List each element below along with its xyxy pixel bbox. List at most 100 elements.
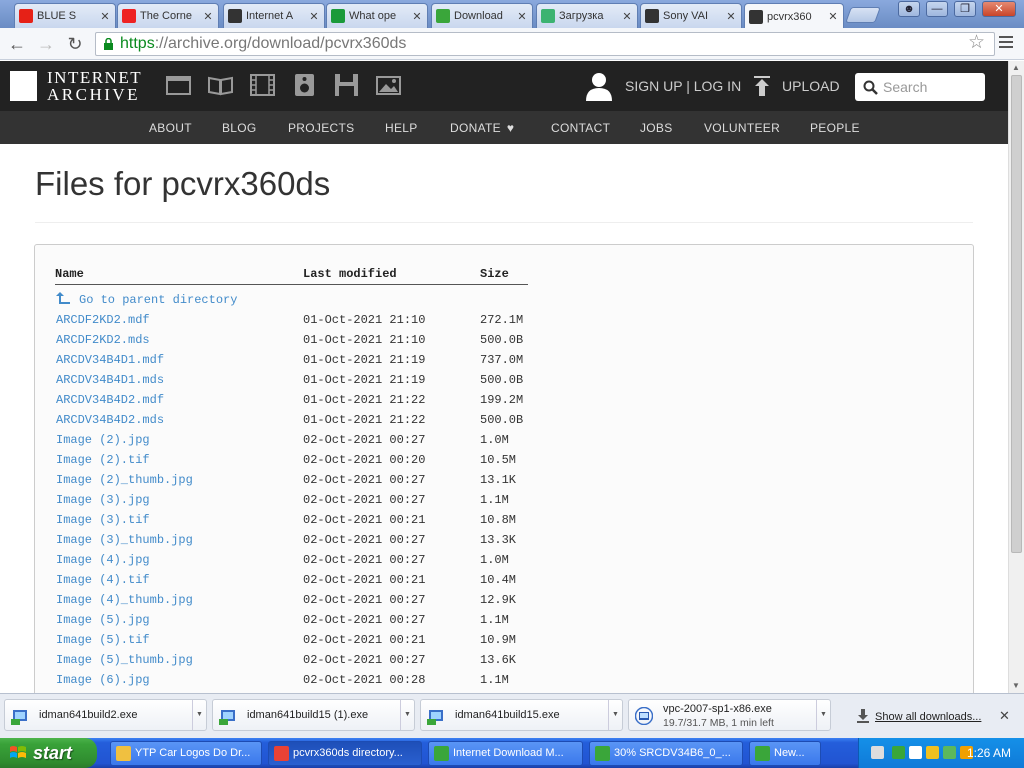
audio-icon[interactable] <box>292 74 317 96</box>
nav-contact[interactable]: CONTACT <box>551 121 610 135</box>
download-item-in-progress[interactable]: vpc-2007-sp1-x86.exe 19.7/31.7 MB, 1 min… <box>628 699 831 731</box>
download-menu-arrow-icon[interactable]: ▼ <box>816 700 830 730</box>
file-size: 500.0B <box>480 373 524 387</box>
scrollbar-thumb[interactable] <box>1011 75 1022 553</box>
file-name-link[interactable]: Image (4).jpg <box>56 553 150 567</box>
chrome-menu-icon[interactable] <box>999 36 1013 51</box>
parent-directory-link[interactable]: Go to parent directory <box>55 291 237 307</box>
network-icon[interactable] <box>909 746 922 759</box>
taskbar-button[interactable]: 30% SRCDV34B6_0_... <box>589 741 743 766</box>
tab-title: Sony VAI <box>663 10 709 22</box>
tab-close-icon[interactable]: ✕ <box>308 10 320 23</box>
reload-button[interactable]: ↻ <box>64 33 86 55</box>
user-icon[interactable]: ☻ <box>898 1 920 17</box>
file-name-link[interactable]: Image (3).tif <box>56 513 150 527</box>
nav-about[interactable]: ABOUT <box>149 121 192 135</box>
browser-tab[interactable]: What ope ✕ <box>326 3 428 28</box>
browser-tab[interactable]: Internet A ✕ <box>223 3 325 28</box>
nav-projects[interactable]: PROJECTS <box>288 121 354 135</box>
tab-close-icon[interactable]: ✕ <box>202 10 214 23</box>
browser-tab[interactable]: Загрузка ✕ <box>536 3 638 28</box>
tab-close-icon[interactable]: ✕ <box>827 10 839 23</box>
keyboard-icon[interactable] <box>871 746 884 759</box>
file-name-link[interactable]: Image (5)_thumb.jpg <box>56 653 193 667</box>
download-item[interactable]: idman641build15 (1).exe ▼ <box>212 699 415 731</box>
close-shelf-icon[interactable]: ✕ <box>999 708 1010 724</box>
file-name-link[interactable]: ARCDF2KD2.mdf <box>56 313 150 327</box>
window-close-button[interactable]: ✕ <box>982 1 1016 17</box>
nav-help[interactable]: HELP <box>385 121 418 135</box>
file-name-link[interactable]: Image (6).jpg <box>56 673 150 687</box>
nav-volunteer[interactable]: VOLUNTEER <box>704 121 780 135</box>
file-name-link[interactable]: ARCDV34B4D2.mdf <box>56 393 164 407</box>
nav-blog[interactable]: BLOG <box>222 121 257 135</box>
new-tab-button[interactable] <box>845 7 881 23</box>
download-item[interactable]: idman641build15.exe ▼ <box>420 699 623 731</box>
vertical-scrollbar[interactable]: ▲ ▼ <box>1008 61 1024 693</box>
browser-tab[interactable]: BLUE S ✕ <box>14 3 116 28</box>
taskbar-button[interactable]: Internet Download M... <box>428 741 583 766</box>
images-icon[interactable] <box>376 74 401 96</box>
nav-jobs[interactable]: JOBS <box>640 121 673 135</box>
idm-tray-icon[interactable] <box>892 746 905 759</box>
file-name-link[interactable]: Image (2).jpg <box>56 433 150 447</box>
file-name-link[interactable]: Image (2)_thumb.jpg <box>56 473 193 487</box>
tab-close-icon[interactable]: ✕ <box>411 10 423 23</box>
file-name-link[interactable]: ARCDV34B4D1.mds <box>56 373 164 387</box>
download-menu-arrow-icon[interactable]: ▼ <box>608 700 622 730</box>
tab-close-icon[interactable]: ✕ <box>621 10 633 23</box>
address-bar[interactable]: https://archive.org/download/pcvrx360ds <box>95 32 995 56</box>
file-name-link[interactable]: Image (3).jpg <box>56 493 150 507</box>
taskbar-button[interactable]: pcvrx360ds directory... <box>268 741 422 766</box>
download-item[interactable]: idman641build2.exe ▼ <box>4 699 207 731</box>
minimize-button[interactable]: — <box>926 1 948 17</box>
file-name-link[interactable]: ARCDV34B4D2.mds <box>56 413 164 427</box>
browser-tab[interactable]: pcvrx360 ✕ <box>744 3 844 29</box>
search-input[interactable]: Search <box>855 73 985 101</box>
tab-title: BLUE S <box>37 10 77 22</box>
sign-up-log-in-link[interactable]: SIGN UP | LOG IN <box>625 78 741 94</box>
restore-button[interactable]: ❐ <box>954 1 976 17</box>
nav-people[interactable]: PEOPLE <box>810 121 860 135</box>
tab-close-icon[interactable]: ✕ <box>516 10 528 23</box>
upload-link[interactable]: UPLOAD <box>782 78 840 94</box>
back-button[interactable]: ← <box>6 33 28 55</box>
upload-icon[interactable] <box>753 76 771 96</box>
user-icon[interactable] <box>586 71 616 101</box>
start-label: start <box>33 743 73 763</box>
forward-button[interactable]: → <box>35 33 57 55</box>
file-name-link[interactable]: ARCDF2KD2.mds <box>56 333 150 347</box>
tab-close-icon[interactable]: ✕ <box>99 10 111 23</box>
show-all-downloads-link[interactable]: Show all downloads... <box>875 711 981 723</box>
file-name-link[interactable]: Image (2).tif <box>56 453 150 467</box>
file-name-link[interactable]: ARCDV34B4D1.mdf <box>56 353 164 367</box>
download-menu-arrow-icon[interactable]: ▼ <box>400 700 414 730</box>
tab-close-icon[interactable]: ✕ <box>725 10 737 23</box>
web-icon[interactable] <box>166 74 191 96</box>
software-icon[interactable] <box>334 74 359 96</box>
taskbar-button[interactable]: New... <box>749 741 821 766</box>
scroll-down-arrow-icon[interactable]: ▼ <box>1012 681 1020 690</box>
video-icon[interactable] <box>250 74 275 96</box>
nav-donate[interactable]: DONATE ♥ <box>450 121 514 135</box>
file-size: 500.0B <box>480 333 524 347</box>
security-shield-icon[interactable] <box>926 746 939 759</box>
file-name-link[interactable]: Image (5).tif <box>56 633 150 647</box>
ia-logo-text[interactable]: INTERNET ARCHIVE <box>47 69 142 103</box>
taskbar-button[interactable]: YTP Car Logos Do Dr... <box>110 741 262 766</box>
start-button[interactable]: start <box>0 738 97 768</box>
file-name-link[interactable]: Image (4)_thumb.jpg <box>56 593 193 607</box>
browser-tab[interactable]: The Corne ✕ <box>117 3 219 28</box>
file-name-link[interactable]: Image (4).tif <box>56 573 150 587</box>
browser-toolbar: ← → ↻ https://archive.org/download/pcvrx… <box>0 28 1024 60</box>
antivirus-icon[interactable] <box>943 746 956 759</box>
browser-tab[interactable]: Download ✕ <box>431 3 533 28</box>
download-menu-arrow-icon[interactable]: ▼ <box>192 700 206 730</box>
file-name-link[interactable]: Image (3)_thumb.jpg <box>56 533 193 547</box>
bookmark-star-icon[interactable]: ☆ <box>968 32 985 54</box>
file-name-link[interactable]: Image (5).jpg <box>56 613 150 627</box>
texts-icon[interactable] <box>208 74 233 96</box>
scroll-up-arrow-icon[interactable]: ▲ <box>1012 63 1020 72</box>
browser-tab[interactable]: Sony VAI ✕ <box>640 3 742 28</box>
ia-logo-icon[interactable] <box>10 71 37 101</box>
